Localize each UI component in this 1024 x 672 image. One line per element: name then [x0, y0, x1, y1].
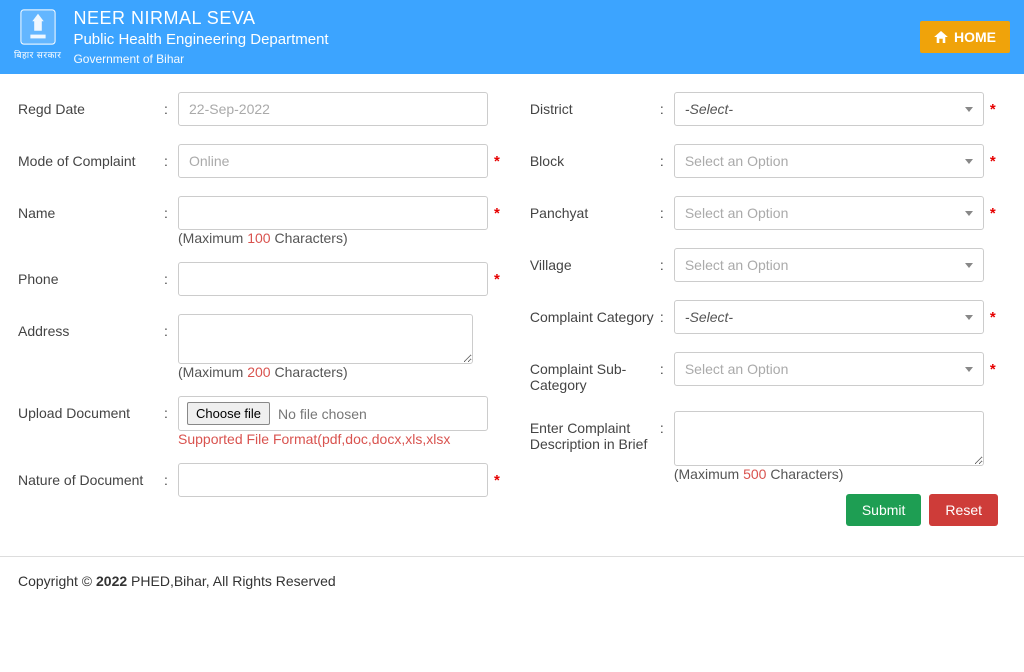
label-panchyat: Panchyat: [530, 196, 660, 221]
address-hint: (Maximum 200 Characters): [178, 364, 500, 380]
required-marker: *: [990, 361, 996, 378]
label-district: District: [530, 92, 660, 117]
label-upload: Upload Document: [18, 396, 164, 421]
block-select[interactable]: Select an Option: [674, 144, 984, 178]
required-marker: *: [990, 101, 996, 118]
home-label: HOME: [954, 29, 996, 45]
panchyat-select[interactable]: Select an Option: [674, 196, 984, 230]
required-marker: *: [494, 205, 500, 222]
district-select[interactable]: -Select-: [674, 92, 984, 126]
file-format-hint: Supported File Format(pdf,doc,docx,xls,x…: [178, 431, 500, 447]
footer: Copyright © 2022 PHED,Bihar, All Rights …: [0, 556, 1024, 605]
name-hint: (Maximum 100 Characters): [178, 230, 500, 246]
required-marker: *: [990, 309, 996, 326]
label-nature: Nature of Document: [18, 463, 164, 488]
submit-button[interactable]: Submit: [846, 494, 922, 526]
category-select[interactable]: -Select-: [674, 300, 984, 334]
gov-logo: बिहार सरकार: [14, 8, 61, 61]
home-icon: [934, 31, 948, 43]
logo-caption: बिहार सरकार: [14, 48, 61, 61]
choose-file-button[interactable]: Choose file: [187, 402, 270, 425]
label-mode: Mode of Complaint: [18, 144, 164, 169]
label-block: Block: [530, 144, 660, 169]
phone-field[interactable]: [178, 262, 488, 296]
label-name: Name: [18, 196, 164, 221]
label-village: Village: [530, 248, 660, 273]
label-address: Address: [18, 314, 164, 339]
required-marker: *: [494, 472, 500, 489]
required-marker: *: [494, 153, 500, 170]
label-category: Complaint Category: [530, 300, 660, 325]
required-marker: *: [494, 271, 500, 288]
mode-field: [178, 144, 488, 178]
state-emblem-icon: [19, 8, 57, 46]
address-field[interactable]: [178, 314, 473, 364]
nature-field[interactable]: [178, 463, 488, 497]
complaint-form: Regd Date : Mode of Complaint : * Name :…: [0, 74, 1024, 556]
required-marker: *: [990, 153, 996, 170]
dept-name: Public Health Engineering Department: [73, 31, 328, 48]
gov-name: Government of Bihar: [73, 52, 328, 66]
required-marker: *: [990, 205, 996, 222]
app-title: NEER NIRMAL SEVA: [73, 8, 328, 29]
label-desc: Enter Complaint Description in Brief: [530, 411, 660, 452]
regd-date-field: [178, 92, 488, 126]
file-upload[interactable]: Choose file No file chosen: [178, 396, 488, 431]
village-select[interactable]: Select an Option: [674, 248, 984, 282]
name-field[interactable]: [178, 196, 488, 230]
reset-button[interactable]: Reset: [929, 494, 998, 526]
file-chosen-text: No file chosen: [278, 406, 367, 422]
label-phone: Phone: [18, 262, 164, 287]
subcategory-select[interactable]: Select an Option: [674, 352, 984, 386]
app-header: बिहार सरकार NEER NIRMAL SEVA Public Heal…: [0, 0, 1024, 74]
home-button[interactable]: HOME: [920, 21, 1010, 53]
label-regd-date: Regd Date: [18, 92, 164, 117]
description-field[interactable]: [674, 411, 984, 466]
desc-hint: (Maximum 500 Characters): [674, 466, 1006, 482]
label-subcategory: Complaint Sub-Category: [530, 352, 660, 393]
